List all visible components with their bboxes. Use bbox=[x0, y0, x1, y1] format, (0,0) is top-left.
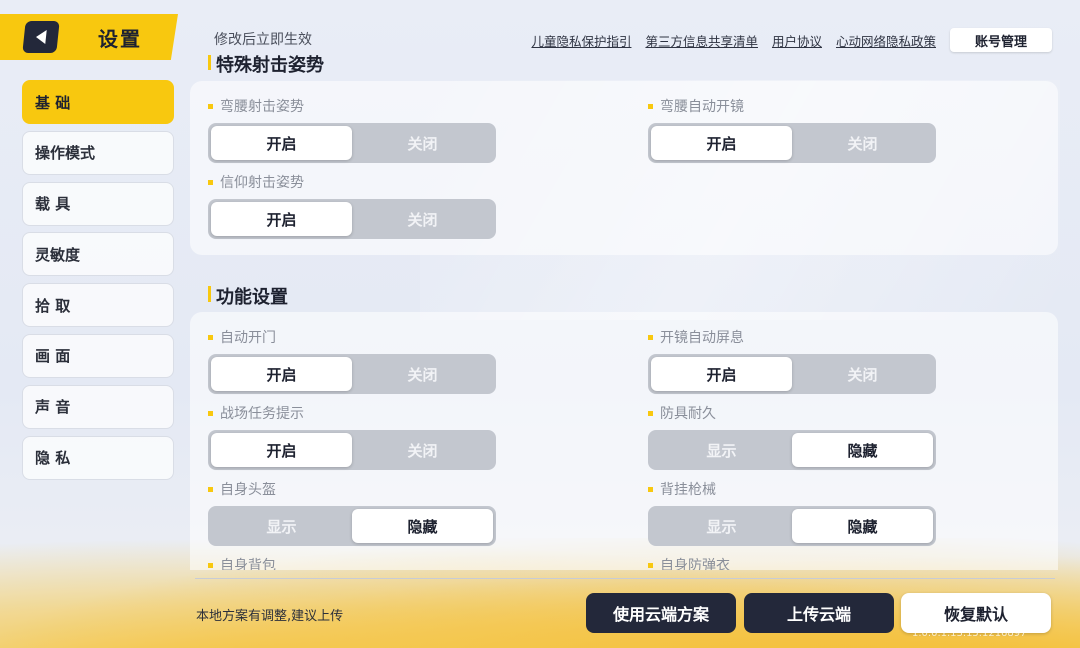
setting-label: 防具耐久 bbox=[648, 404, 936, 422]
settings-scroll-area[interactable]: 特殊射击姿势 弯腰射击姿势 开启 关闭 弯腰自动开镜 开启 关闭 信仰射击姿势 … bbox=[190, 55, 1058, 570]
toggle-option-off[interactable]: 关闭 bbox=[352, 126, 493, 160]
toggle-auto-open-door: 开启 关闭 bbox=[208, 354, 496, 394]
setting-label: 弯腰射击姿势 bbox=[208, 97, 496, 115]
setting-label: 开镜自动屏息 bbox=[648, 328, 936, 346]
setting-label: 信仰射击姿势 bbox=[208, 173, 496, 191]
version-text: 1.0.0.1.13.15.1216897 bbox=[912, 628, 1027, 639]
setting-label: 自身防弹衣 bbox=[648, 556, 730, 570]
toggle-option-on[interactable]: 开启 bbox=[211, 433, 352, 467]
setting-crouch-shooting: 弯腰射击姿势 开启 关闭 bbox=[208, 97, 496, 163]
panel-special-shooting: 弯腰射击姿势 开启 关闭 弯腰自动开镜 开启 关闭 信仰射击姿势 开启 关闭 bbox=[190, 81, 1058, 255]
setting-label: 自动开门 bbox=[208, 328, 496, 346]
toggle-option-on[interactable]: 开启 bbox=[651, 357, 792, 391]
toggle-scope-hold-breath: 开启 关闭 bbox=[648, 354, 936, 394]
toggle-mission-hint: 开启 关闭 bbox=[208, 430, 496, 470]
sidebar-item-pickup[interactable]: 拾 取 bbox=[22, 283, 174, 328]
toggle-own-helmet: 显示 隐藏 bbox=[208, 506, 496, 546]
link-user-agreement[interactable]: 用户协议 bbox=[772, 31, 822, 50]
upload-cloud-button[interactable]: 上传云端 bbox=[744, 593, 894, 633]
toggle-option-hide[interactable]: 隐藏 bbox=[352, 509, 493, 543]
toggle-option-off[interactable]: 关闭 bbox=[792, 357, 933, 391]
section-title-special-shooting: 特殊射击姿势 bbox=[208, 55, 324, 77]
restore-default-button[interactable]: 恢复默认 bbox=[901, 593, 1051, 633]
setting-crouch-auto-scope: 弯腰自动开镜 开启 关闭 bbox=[648, 97, 936, 163]
setting-back-weapon: 背挂枪械 显示 隐藏 bbox=[648, 480, 936, 546]
setting-mission-hint: 战场任务提示 开启 关闭 bbox=[208, 404, 496, 470]
toggle-faith-shooting: 开启 关闭 bbox=[208, 199, 496, 239]
back-button[interactable] bbox=[22, 21, 60, 53]
sidebar-item-basic[interactable]: 基 础 bbox=[22, 80, 174, 124]
sidebar: 基 础 操作模式 载 具 灵敏度 拾 取 画 面 声 音 隐 私 bbox=[22, 80, 174, 486]
toggle-option-on[interactable]: 开启 bbox=[211, 357, 352, 391]
toggle-option-off[interactable]: 关闭 bbox=[352, 357, 493, 391]
title-bar: 设置 bbox=[0, 14, 178, 60]
setting-label: 背挂枪械 bbox=[648, 480, 936, 498]
setting-faith-shooting: 信仰射击姿势 开启 关闭 bbox=[208, 173, 496, 239]
sidebar-item-graphics[interactable]: 画 面 bbox=[22, 333, 174, 378]
use-cloud-scheme-button[interactable]: 使用云端方案 bbox=[586, 593, 736, 633]
toggle-option-show[interactable]: 显示 bbox=[211, 509, 352, 543]
toggle-option-hide[interactable]: 隐藏 bbox=[792, 433, 933, 467]
toggle-option-off[interactable]: 关闭 bbox=[792, 126, 933, 160]
sidebar-item-vehicle[interactable]: 载 具 bbox=[22, 181, 174, 226]
toggle-crouch-shooting: 开启 关闭 bbox=[208, 123, 496, 163]
toggle-crouch-auto-scope: 开启 关闭 bbox=[648, 123, 936, 163]
setting-label: 自身背包 bbox=[208, 556, 276, 570]
toggle-armor-durability: 显示 隐藏 bbox=[648, 430, 936, 470]
link-privacy-policy[interactable]: 心动网络隐私政策 bbox=[836, 31, 936, 50]
setting-label: 弯腰自动开镜 bbox=[648, 97, 936, 115]
link-children-privacy[interactable]: 儿童隐私保护指引 bbox=[531, 31, 631, 50]
setting-label: 自身头盔 bbox=[208, 480, 496, 498]
page-title: 设置 bbox=[98, 26, 142, 51]
setting-own-backpack: 自身背包 bbox=[208, 556, 276, 570]
setting-own-vest: 自身防弹衣 bbox=[648, 556, 730, 570]
sidebar-item-sensitivity[interactable]: 灵敏度 bbox=[22, 232, 174, 277]
sidebar-item-privacy[interactable]: 隐 私 bbox=[22, 435, 174, 480]
setting-own-helmet: 自身头盔 显示 隐藏 bbox=[208, 480, 496, 546]
top-links: 儿童隐私保护指引 第三方信息共享清单 用户协议 心动网络隐私政策 账号管理 bbox=[531, 28, 1052, 52]
account-management-button[interactable]: 账号管理 bbox=[950, 28, 1052, 52]
section-title-functions: 功能设置 bbox=[208, 283, 288, 309]
toggle-option-show[interactable]: 显示 bbox=[651, 509, 792, 543]
toggle-option-on[interactable]: 开启 bbox=[211, 202, 352, 236]
toggle-option-on[interactable]: 开启 bbox=[211, 126, 352, 160]
apply-notice: 修改后立即生效 bbox=[214, 32, 312, 48]
panel-functions: 自动开门 开启 关闭 开镜自动屏息 开启 关闭 战场任务提示 开启 关闭 防具耐… bbox=[190, 312, 1058, 570]
back-arrow-icon bbox=[36, 30, 47, 44]
setting-auto-open-door: 自动开门 开启 关闭 bbox=[208, 328, 496, 394]
footer-note: 本地方案有调整,建议上传 bbox=[196, 609, 344, 624]
link-third-party-sharing[interactable]: 第三方信息共享清单 bbox=[645, 31, 758, 50]
footer-divider bbox=[195, 578, 1055, 579]
toggle-option-on[interactable]: 开启 bbox=[651, 126, 792, 160]
toggle-option-off[interactable]: 关闭 bbox=[352, 202, 493, 236]
sidebar-item-sound[interactable]: 声 音 bbox=[22, 384, 174, 429]
toggle-back-weapon: 显示 隐藏 bbox=[648, 506, 936, 546]
setting-scope-hold-breath: 开镜自动屏息 开启 关闭 bbox=[648, 328, 936, 394]
setting-armor-durability: 防具耐久 显示 隐藏 bbox=[648, 404, 936, 470]
toggle-option-off[interactable]: 关闭 bbox=[352, 433, 493, 467]
setting-label: 战场任务提示 bbox=[208, 404, 496, 422]
sidebar-item-control-mode[interactable]: 操作模式 bbox=[22, 130, 174, 175]
toggle-option-show[interactable]: 显示 bbox=[651, 433, 792, 467]
toggle-option-hide[interactable]: 隐藏 bbox=[792, 509, 933, 543]
